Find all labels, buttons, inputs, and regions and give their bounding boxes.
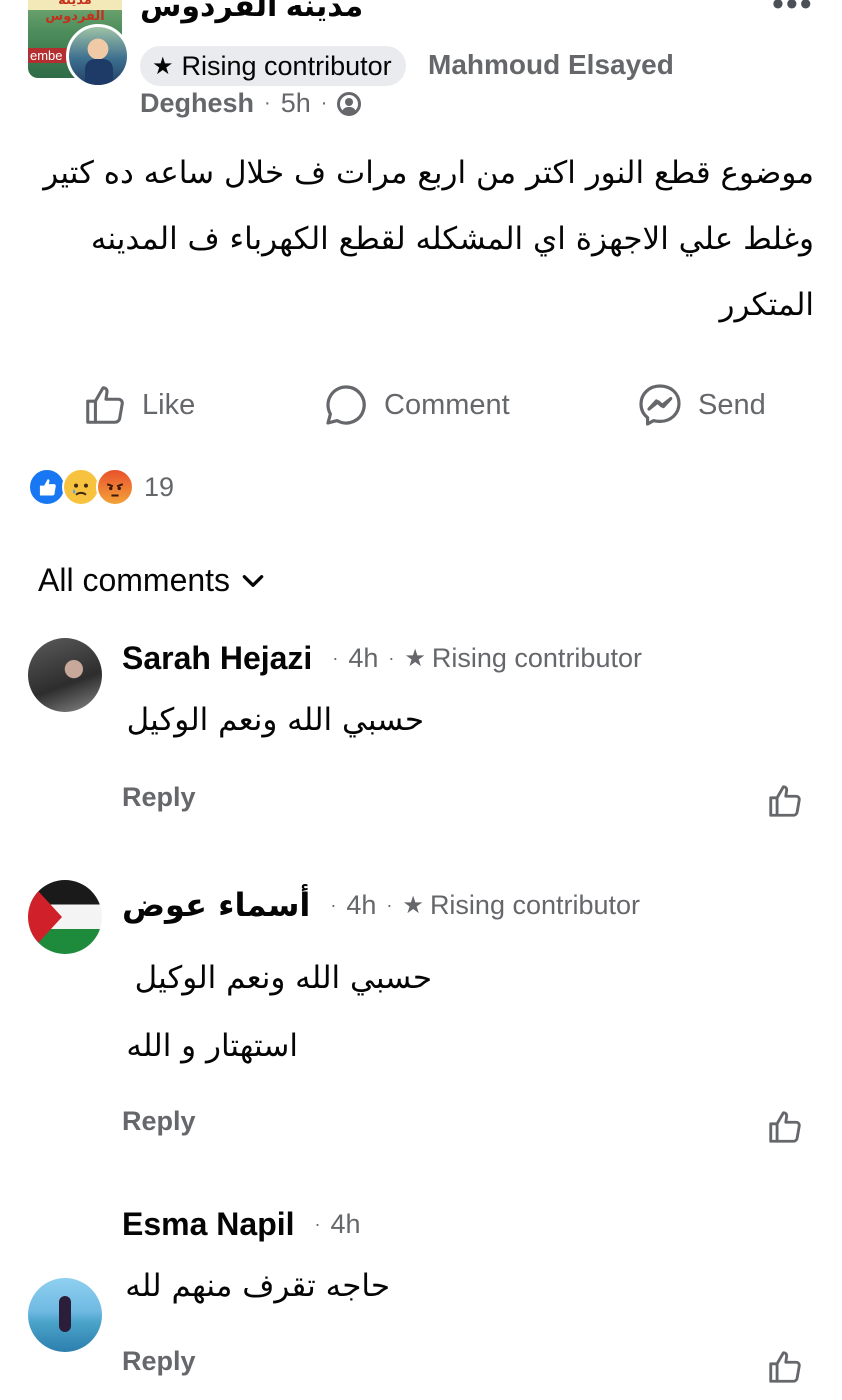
- author-name-continued[interactable]: Deghesh: [140, 88, 254, 119]
- comment-like-button[interactable]: [766, 782, 804, 825]
- chevron-down-icon: [242, 574, 264, 587]
- like-reaction-icon: [28, 468, 66, 506]
- sad-reaction-icon: [62, 468, 100, 506]
- like-icon: [769, 1351, 801, 1383]
- star-icon: ★: [402, 891, 424, 919]
- comments-filter-dropdown[interactable]: All comments: [38, 562, 266, 599]
- comment-time[interactable]: 4h: [346, 890, 376, 921]
- star-icon: ★: [152, 52, 174, 80]
- reply-button[interactable]: Reply: [122, 1346, 196, 1377]
- like-button[interactable]: Like: [82, 380, 195, 430]
- comment-header: Esma Napil · 4h: [122, 1206, 361, 1243]
- group-image-text: مدينة الفردوس: [45, 0, 105, 23]
- comment-text: حسبي الله ونعم الوكيل: [134, 960, 432, 996]
- post-text: موضوع قطع النور اكتر من اربع مرات ف خلال…: [43, 155, 814, 323]
- reply-button[interactable]: Reply: [122, 1106, 196, 1137]
- post-meta: Deghesh · 5h ·: [140, 88, 362, 119]
- comment-time[interactable]: 4h: [348, 643, 378, 674]
- like-icon: [86, 386, 124, 424]
- group-name[interactable]: مدينه الفردوس: [140, 0, 363, 24]
- comment-button[interactable]: Comment: [322, 380, 510, 430]
- comment-label: Comment: [384, 388, 510, 421]
- commenter-avatar[interactable]: [28, 638, 102, 712]
- author-avatar[interactable]: [66, 24, 130, 88]
- comment-text: حسبي الله ونعم الوكيل: [126, 702, 424, 738]
- author-name[interactable]: Mahmoud Elsayed: [428, 49, 674, 81]
- star-icon: ★: [404, 645, 426, 672]
- badge-label: Rising contributor: [181, 50, 392, 81]
- reactions-summary[interactable]: 19: [28, 468, 174, 506]
- like-icon: [769, 785, 801, 817]
- comment-badge: Rising contributor: [431, 643, 642, 673]
- comment-text: حاجه تقرف منهم لله: [125, 1268, 390, 1304]
- reply-button[interactable]: Reply: [122, 782, 196, 813]
- reaction-count: 19: [144, 471, 175, 502]
- send-button[interactable]: Send: [636, 380, 766, 430]
- more-dots-icon[interactable]: •••: [772, 0, 814, 21]
- commenter-name[interactable]: Sarah Hejazi: [122, 640, 312, 677]
- comment-header: Sarah Hejazi · 4h · ★ Rising contributor: [122, 640, 642, 677]
- comment-header: أسماء عوض · 4h · ★ Rising contributor: [122, 886, 641, 924]
- commenter-avatar[interactable]: [28, 880, 102, 954]
- commenter-name[interactable]: Esma Napil: [122, 1206, 295, 1243]
- messenger-icon: [639, 384, 681, 426]
- like-icon: [769, 1111, 801, 1143]
- commenter-name[interactable]: أسماء عوض: [122, 886, 310, 924]
- public-globe-icon: [337, 91, 362, 116]
- comment-like-button[interactable]: [766, 1108, 804, 1151]
- comment-time[interactable]: 4h: [331, 1209, 361, 1240]
- comment-text: استهتار و الله: [126, 1028, 298, 1064]
- angry-reaction-icon: [96, 468, 134, 506]
- commenter-avatar[interactable]: [28, 1278, 102, 1352]
- comment-badge: Rising contributor: [429, 889, 641, 920]
- rising-contributor-badge: ★ Rising contributor: [140, 46, 406, 86]
- comment-like-button[interactable]: [766, 1348, 804, 1391]
- comment-icon: [326, 385, 366, 425]
- post-time[interactable]: 5h: [281, 88, 311, 119]
- send-label: Send: [698, 388, 766, 421]
- like-label: Like: [142, 388, 196, 421]
- comments-filter-label: All comments: [38, 562, 231, 598]
